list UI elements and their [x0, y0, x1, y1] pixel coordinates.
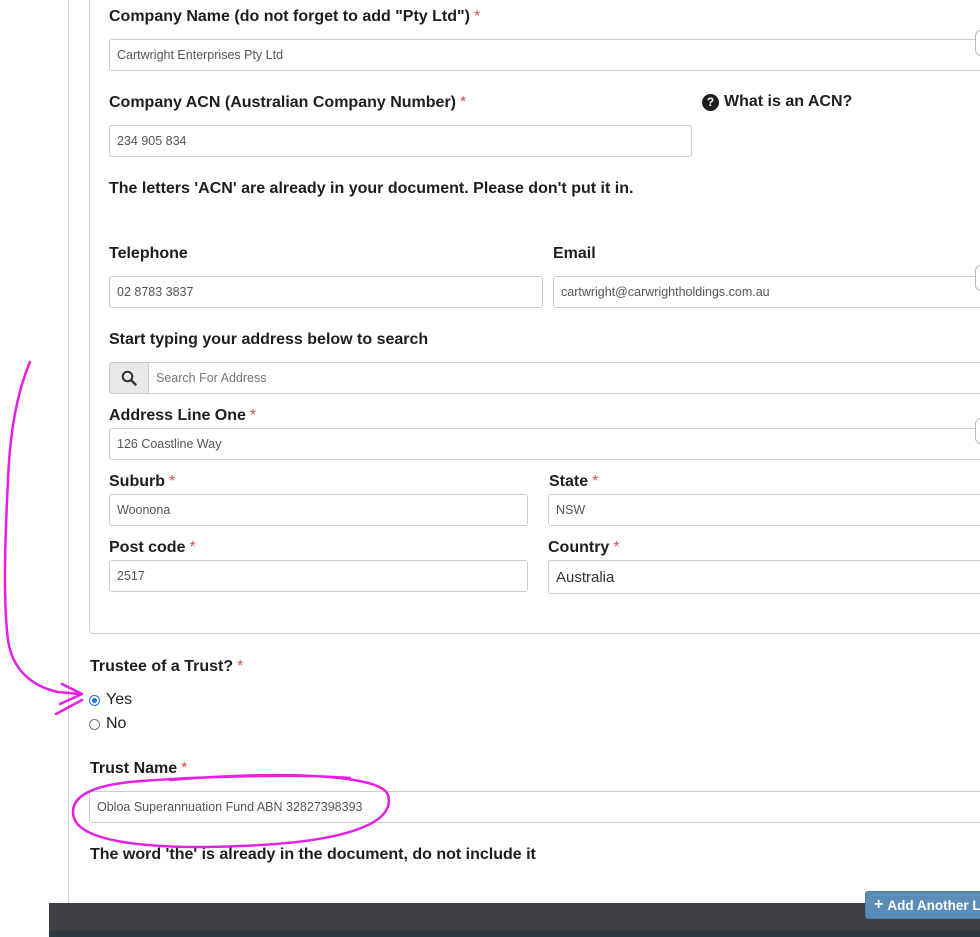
company-name-input[interactable]	[109, 39, 980, 71]
acn-note: The letters 'ACN' are already in your do…	[109, 180, 634, 197]
trustee-question-label: Trustee of a Trust? *	[90, 658, 243, 676]
edge-tab	[975, 418, 980, 444]
email-input[interactable]	[553, 276, 980, 308]
postcode-label-text: Post code	[109, 539, 186, 556]
required-mark: *	[613, 539, 620, 556]
add-another-button[interactable]: + Add Another Le	[865, 891, 980, 919]
trust-name-label: Trust Name *	[90, 760, 187, 778]
footer-bar	[49, 903, 980, 937]
search-icon	[121, 370, 137, 386]
postcode-input[interactable]	[109, 560, 528, 592]
company-acn-label-text: Company ACN (Australian Company Number)	[109, 94, 456, 111]
required-mark: *	[169, 473, 176, 490]
country-select[interactable]	[548, 560, 980, 594]
trust-name-label-text: Trust Name	[90, 760, 178, 777]
footer-bottom-strip	[49, 931, 980, 937]
required-mark: *	[460, 94, 467, 111]
required-mark: *	[181, 760, 188, 777]
telephone-label: Telephone	[109, 245, 188, 262]
state-input[interactable]	[548, 494, 980, 526]
state-label-text: State	[549, 473, 589, 490]
required-mark: *	[592, 473, 599, 490]
state-label: State *	[549, 473, 598, 491]
add-another-button-label: Add Another Le	[887, 897, 980, 913]
what-is-acn-link[interactable]: ? What is an ACN?	[702, 93, 852, 111]
trustee-yes-option[interactable]: Yes	[89, 691, 132, 709]
trustee-no-text: No	[106, 715, 127, 732]
suburb-input[interactable]	[109, 494, 528, 526]
required-mark: *	[473, 8, 481, 25]
telephone-input[interactable]	[109, 276, 543, 308]
address-line-one-label-text: Address Line One	[109, 407, 246, 424]
country-label: Country *	[548, 539, 620, 557]
trustee-no-option[interactable]: No	[89, 715, 126, 733]
company-acn-input[interactable]	[109, 125, 692, 157]
trust-name-note: The word 'the' is already in the documen…	[90, 846, 536, 863]
email-label: Email	[553, 245, 596, 262]
company-name-label: Company Name (do not forget to add "Pty …	[109, 8, 480, 26]
trustee-yes-text: Yes	[106, 691, 133, 708]
edge-tab	[975, 265, 980, 291]
address-search-button[interactable]	[109, 362, 149, 394]
edge-tab	[975, 30, 980, 56]
postcode-label: Post code *	[109, 539, 196, 557]
trust-name-input[interactable]	[89, 791, 980, 823]
country-label-text: Country	[548, 539, 610, 556]
address-line-one-input[interactable]	[109, 428, 980, 460]
question-circle-icon: ?	[702, 93, 719, 111]
company-name-label-text: Company Name (do not forget to add "Pty …	[109, 8, 470, 25]
trustee-yes-radio[interactable]	[89, 694, 100, 706]
required-mark: *	[249, 407, 257, 424]
address-line-one-label: Address Line One *	[109, 407, 256, 425]
suburb-label: Suburb *	[109, 473, 175, 491]
suburb-label-text: Suburb	[109, 473, 165, 490]
address-search-input[interactable]	[148, 362, 980, 394]
required-mark: *	[237, 658, 244, 675]
company-acn-label: Company ACN (Australian Company Number) *	[109, 94, 466, 112]
trustee-no-radio[interactable]	[89, 718, 100, 730]
trustee-question-text: Trustee of a Trust?	[90, 658, 234, 675]
address-search-label: Start typing your address below to searc…	[109, 331, 429, 348]
what-is-acn-text: What is an ACN?	[724, 93, 853, 110]
plus-icon: +	[874, 896, 884, 913]
required-mark: *	[189, 539, 196, 556]
